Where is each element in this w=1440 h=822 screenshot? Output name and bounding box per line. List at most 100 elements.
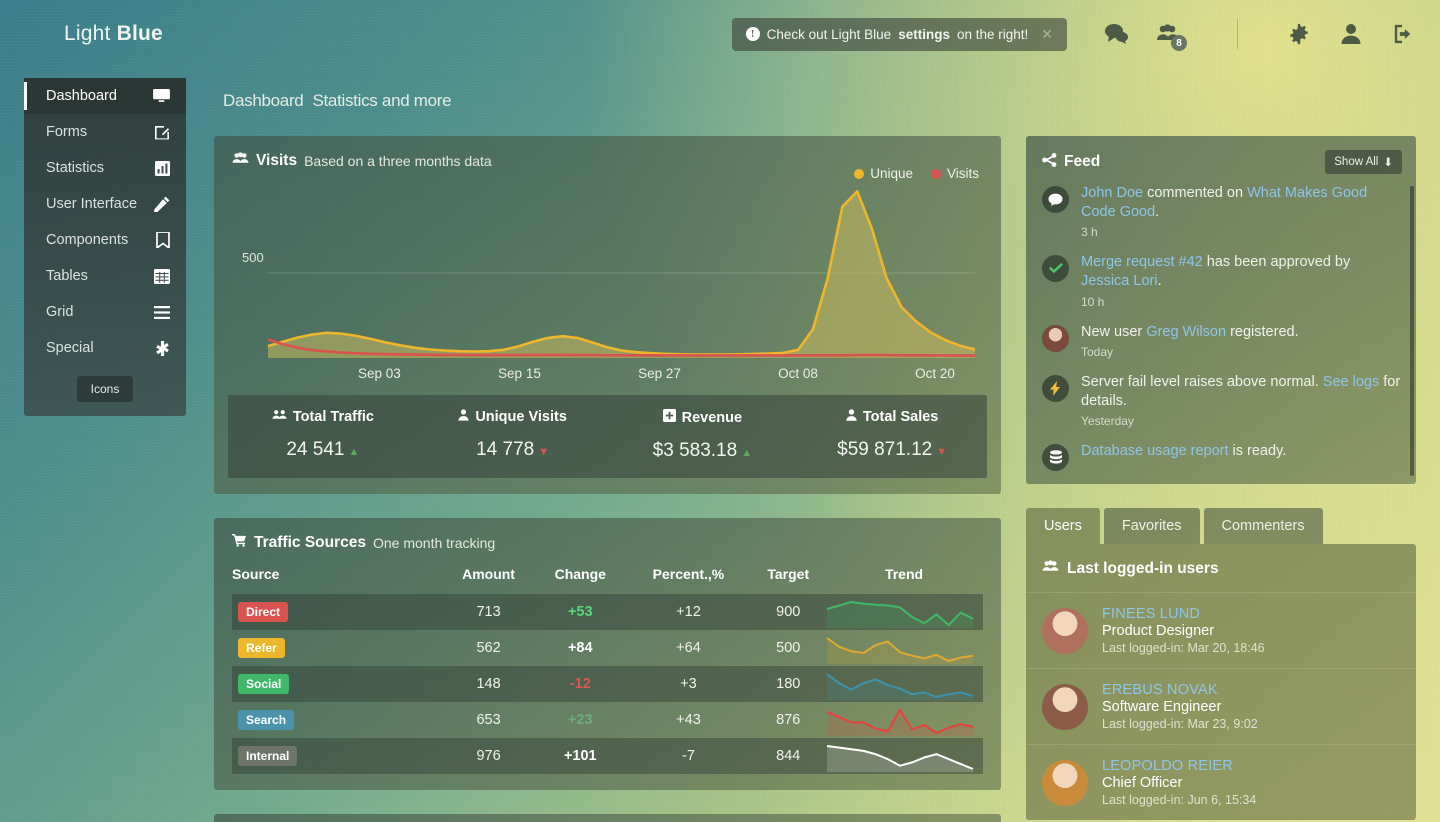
bar-chart-icon [155,160,170,176]
stat-label: Total Sales [797,409,987,425]
user-last-login: Last logged-in: Jun 6, 15:34 [1102,793,1257,807]
feed-text: John Doe commented on What Makes Good Co… [1081,185,1368,221]
tab-favorites[interactable]: Favorites [1103,508,1200,544]
table-row[interactable]: Social 148 -12 +3 180 [232,666,983,702]
tab-users[interactable]: Users [1026,508,1100,544]
people-notifications-icon[interactable]: 8 [1155,21,1187,51]
cell-amount: 713 [442,594,536,630]
sidebar-item-label: Forms [46,124,88,140]
logout-icon[interactable] [1390,21,1416,47]
feed-title-text: Feed [1064,153,1101,170]
feed-text: New user Greg Wilson registered. [1081,323,1299,340]
icons-button[interactable]: Icons [76,376,134,402]
cell-percent: +3 [625,666,752,702]
visits-panel: Visits Based on a three months data Uniq… [214,136,1001,494]
feed-text: Server fail level raises above normal. S… [1081,373,1401,409]
traffic-table-head: Source Amount Change Percent.,% Target T… [232,566,983,594]
close-icon[interactable]: ✕ [1041,26,1053,43]
sidebar: Dashboard Forms Statistics User Interfac… [24,78,186,416]
user-role: Chief Officer [1102,775,1183,791]
list-item[interactable]: LEOPOLDO REIER Chief Officer Last logged-i… [1026,744,1416,820]
tab-commenters[interactable]: Commenters [1203,508,1323,544]
cell-target: 180 [751,666,825,702]
feed-link[interactable]: Jessica Lori [1081,273,1158,289]
sidebar-item-components[interactable]: Components [24,222,186,258]
list-item[interactable]: FINEES LUND Product Designer Last logged-i… [1026,592,1416,668]
user-name[interactable]: FINEES LUND [1102,606,1265,622]
traffic-subtitle: One month tracking [373,535,496,551]
sidebar-item-user-interface[interactable]: User Interface [24,186,186,222]
monitor-icon [153,89,170,103]
sidebar-item-tables[interactable]: Tables [24,258,186,294]
sidebar-item-label: Statistics [46,160,105,176]
alert-text-post: on the right! [956,26,1029,42]
alert-text-bold: settings [898,26,950,42]
col-target: Target [767,566,810,582]
database-icon [1042,443,1069,471]
feed-timestamp: Today [1081,344,1114,359]
stat-label: Total Traffic [228,409,418,425]
hamburger-lines-icon [154,305,170,319]
cell-target: 500 [776,640,801,656]
x-tick: Oct 20 [915,366,955,381]
user-name[interactable]: EREBUS NOVAK [1102,682,1258,698]
app-logo[interactable]: Light Blue [64,22,163,46]
users-list: FINEES LUND Product Designer Last logged-i… [1026,592,1416,820]
sidebar-item-dashboard[interactable]: Dashboard [24,78,186,114]
sidebar-item-statistics[interactable]: Statistics [24,150,186,186]
settings-hint-alert[interactable]: ! Check out Light Blue settings on the r… [731,17,1067,51]
stat-label: Revenue [608,409,798,426]
users-panel-title: Last logged-in users [1026,544,1416,592]
sparkline-icon [826,745,974,772]
cell-change: -12 [535,666,626,702]
cell-trend [825,630,983,666]
table-row[interactable]: Direct 713 +53 +12 900 [232,594,983,630]
comment-bubble-icon [1042,186,1069,213]
messages-icon[interactable] [1103,21,1129,47]
traffic-table: Source Amount Change Percent.,% Target T… [232,566,983,774]
feed-items-container: John Doe commented on What Makes Good Co… [1042,184,1402,471]
table-row[interactable]: Internal 976 +101 -7 844 [232,738,983,774]
people-icon [1042,560,1059,578]
feed-scrollbar[interactable] [1410,186,1414,476]
visits-stats-row: Total Traffic 24 541 ▲ Unique Visits 14 7… [228,395,987,478]
stat-revenue: Revenue $3 583.18 ▲ [608,409,798,462]
legend-unique: Unique [854,166,913,181]
people-icon [272,409,287,425]
table-row[interactable]: Refer 562 +84 +64 500 [232,630,983,666]
user-profile-icon[interactable] [1338,21,1364,47]
user-icon [846,409,857,425]
cell-target: 876 [776,712,801,728]
feed-timestamp: 10 h [1081,294,1105,309]
sidebar-item-grid[interactable]: Grid [24,294,186,330]
feed-item[interactable]: Merge request #42 has been approved by J… [1042,253,1402,309]
feed-link[interactable]: Merge request #42 [1081,254,1203,270]
sidebar-item-special[interactable]: Special [24,330,186,366]
alert-text-pre: Check out Light Blue [766,26,892,42]
trend-up-icon: ▲ [348,446,360,458]
feed-item[interactable]: Database usage report is ready. [1042,442,1402,471]
list-item[interactable]: EREBUS NOVAK Software Engineer Last logged… [1026,668,1416,744]
panel-bottom-pad [232,478,983,494]
feed-item[interactable]: New user Greg Wilson registered. Today [1042,323,1402,359]
users-tabs: Users Favorites Commenters [1026,508,1416,544]
traffic-table-body: Direct 713 +53 +12 900 Refer 562 +84 +64 500 Socia… [232,594,983,774]
feed-link[interactable]: Greg Wilson [1146,324,1226,340]
feed-link[interactable]: Database usage report [1081,443,1229,459]
sidebar-item-forms[interactable]: Forms [24,114,186,150]
feed-item[interactable]: Server fail level raises above normal. S… [1042,373,1402,428]
user-name[interactable]: LEOPOLDO REIER [1102,758,1256,774]
table-header-row: Source Amount Change Percent.,% Target T… [232,566,983,594]
sidebar-item-label: User Interface [46,196,138,212]
feed-link[interactable]: See logs [1323,374,1379,390]
table-row[interactable]: Search 653 +23 +43 876 [232,702,983,738]
header-icon-group: 8 [1103,19,1416,51]
traffic-title: Traffic Sources One month tracking [232,534,983,552]
feed-item[interactable]: John Doe commented on What Makes Good Co… [1042,184,1402,239]
x-tick: Sep 27 [638,366,681,381]
feed-link[interactable]: John Doe [1081,185,1143,201]
trend-down-icon: ▼ [936,446,948,458]
show-all-button[interactable]: Show All ⬇ [1325,150,1402,174]
gear-icon[interactable] [1286,21,1312,47]
cell-amount: 653 [476,712,501,728]
